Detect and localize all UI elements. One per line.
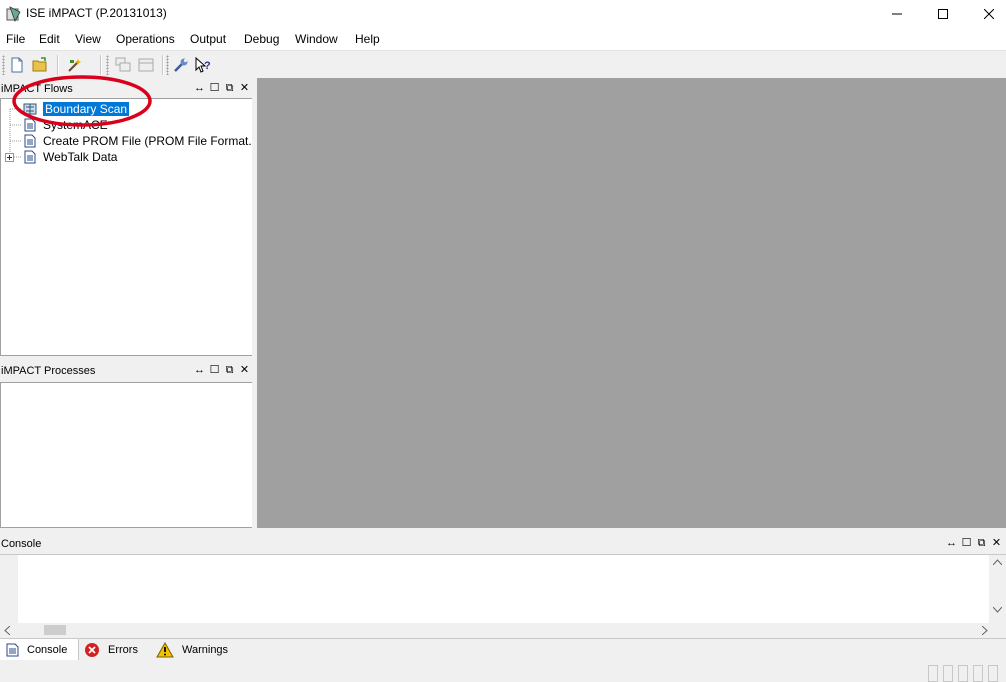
processes-panel-header: iMPACT Processes ↔ ☐ ⧉ ✕ bbox=[0, 362, 254, 380]
console-horizontal-scrollbar[interactable] bbox=[0, 623, 1006, 638]
warning-icon bbox=[156, 641, 174, 657]
tree-item-create-prom-file[interactable]: Create PROM File (PROM File Format... bbox=[43, 134, 258, 148]
toolbar-grip[interactable] bbox=[106, 55, 109, 75]
console-vertical-scrollbar[interactable] bbox=[989, 555, 1006, 623]
tree-item-webtalk-data[interactable]: WebTalk Data bbox=[43, 150, 117, 164]
status-cell bbox=[943, 665, 953, 682]
toolbar: ? bbox=[0, 51, 1006, 77]
flows-tree: Boundary Scan SystemACE Create PROM File… bbox=[0, 98, 258, 356]
minimize-button[interactable] bbox=[874, 0, 920, 28]
status-cell bbox=[988, 665, 998, 682]
scroll-thumb[interactable] bbox=[44, 625, 66, 635]
toolbar-grip[interactable] bbox=[166, 55, 169, 75]
scroll-up-icon[interactable] bbox=[993, 559, 1002, 565]
window-title: ISE iMPACT (P.20131013) bbox=[26, 6, 167, 20]
menu-debug[interactable]: Debug bbox=[244, 32, 279, 46]
tile-button[interactable] bbox=[136, 55, 156, 75]
wrench-icon bbox=[174, 58, 188, 72]
expand-icon[interactable] bbox=[5, 153, 14, 162]
open-button[interactable] bbox=[30, 55, 50, 75]
status-bar bbox=[0, 660, 1006, 682]
settings-button[interactable] bbox=[171, 55, 191, 75]
status-cell bbox=[958, 665, 968, 682]
close-panel-icon[interactable]: ✕ bbox=[239, 81, 250, 95]
chain-wand-icon bbox=[68, 59, 81, 72]
console-panel-title: Console bbox=[1, 538, 42, 550]
scroll-left-icon[interactable] bbox=[4, 626, 10, 635]
menu-bar: File Edit View Operations Output Debug W… bbox=[0, 28, 1006, 51]
error-icon bbox=[85, 642, 99, 657]
console-panel-header: Console ↔ ☐ ⧉ ✕ bbox=[0, 535, 1006, 553]
menu-operations[interactable]: Operations bbox=[116, 32, 175, 46]
menu-edit[interactable]: Edit bbox=[39, 32, 60, 46]
status-cell bbox=[928, 665, 938, 682]
console-tab-bar: Console Errors Warnings bbox=[0, 638, 1006, 661]
minimize-icon bbox=[892, 13, 902, 15]
maximize-panel-icon[interactable]: ☐ bbox=[209, 363, 220, 377]
float-panel-icon[interactable]: ⧉ bbox=[976, 536, 987, 550]
menu-output[interactable]: Output bbox=[190, 32, 226, 46]
context-help-button[interactable]: ? bbox=[193, 55, 213, 75]
svg-text:?: ? bbox=[204, 60, 211, 72]
cascade-windows-icon bbox=[115, 57, 131, 72]
tab-label: Console bbox=[27, 643, 68, 656]
menu-view[interactable]: View bbox=[75, 32, 101, 46]
document-icon bbox=[24, 150, 36, 164]
open-folder-icon bbox=[32, 57, 47, 72]
maximize-panel-icon[interactable]: ☐ bbox=[961, 536, 972, 550]
tab-label: Errors bbox=[108, 643, 138, 656]
maximize-panel-icon[interactable]: ☐ bbox=[209, 81, 220, 95]
processes-panel-title: iMPACT Processes bbox=[1, 365, 96, 377]
resize-icon[interactable]: ↔ bbox=[194, 363, 205, 377]
close-panel-icon[interactable]: ✕ bbox=[239, 363, 250, 377]
toolbar-separator bbox=[100, 55, 102, 75]
initialize-chain-button[interactable] bbox=[65, 55, 85, 75]
tab-label: Warnings bbox=[182, 643, 229, 656]
menu-window[interactable]: Window bbox=[295, 32, 338, 46]
close-icon bbox=[984, 9, 994, 19]
tile-windows-icon bbox=[138, 58, 154, 72]
close-panel-icon[interactable]: ✕ bbox=[991, 536, 1002, 550]
title-bar: ISE iMPACT (P.20131013) bbox=[0, 0, 1006, 28]
close-button[interactable] bbox=[966, 0, 1006, 28]
menu-file[interactable]: File bbox=[6, 32, 25, 46]
float-panel-icon[interactable]: ⧉ bbox=[224, 81, 235, 95]
cascade-button[interactable] bbox=[113, 55, 133, 75]
tab-console[interactable]: Console bbox=[0, 639, 79, 660]
resize-icon[interactable]: ↔ bbox=[194, 81, 205, 95]
help-pointer-icon: ? bbox=[195, 57, 211, 73]
annotation-ellipse bbox=[12, 75, 152, 127]
new-button[interactable] bbox=[7, 55, 27, 75]
toolbar-grip[interactable] bbox=[2, 55, 5, 75]
menu-help[interactable]: Help bbox=[355, 32, 380, 46]
new-file-icon bbox=[11, 57, 23, 73]
console-icon bbox=[6, 643, 19, 656]
document-icon bbox=[24, 134, 36, 148]
maximize-button[interactable] bbox=[920, 0, 966, 28]
status-cell bbox=[973, 665, 983, 682]
console-output[interactable] bbox=[0, 554, 1006, 638]
workspace-area[interactable] bbox=[257, 78, 1006, 528]
scroll-right-icon[interactable] bbox=[982, 626, 988, 635]
maximize-icon bbox=[938, 9, 948, 19]
scroll-down-icon[interactable] bbox=[993, 607, 1002, 613]
console-gutter bbox=[0, 555, 18, 623]
tab-warnings[interactable]: Warnings bbox=[150, 639, 234, 660]
tab-errors[interactable]: Errors bbox=[78, 639, 144, 660]
toolbar-separator bbox=[57, 55, 59, 75]
processes-list bbox=[0, 382, 253, 528]
float-panel-icon[interactable]: ⧉ bbox=[224, 363, 235, 377]
resize-icon[interactable]: ↔ bbox=[946, 536, 957, 550]
toolbar-separator bbox=[162, 55, 164, 75]
app-icon bbox=[6, 6, 21, 22]
